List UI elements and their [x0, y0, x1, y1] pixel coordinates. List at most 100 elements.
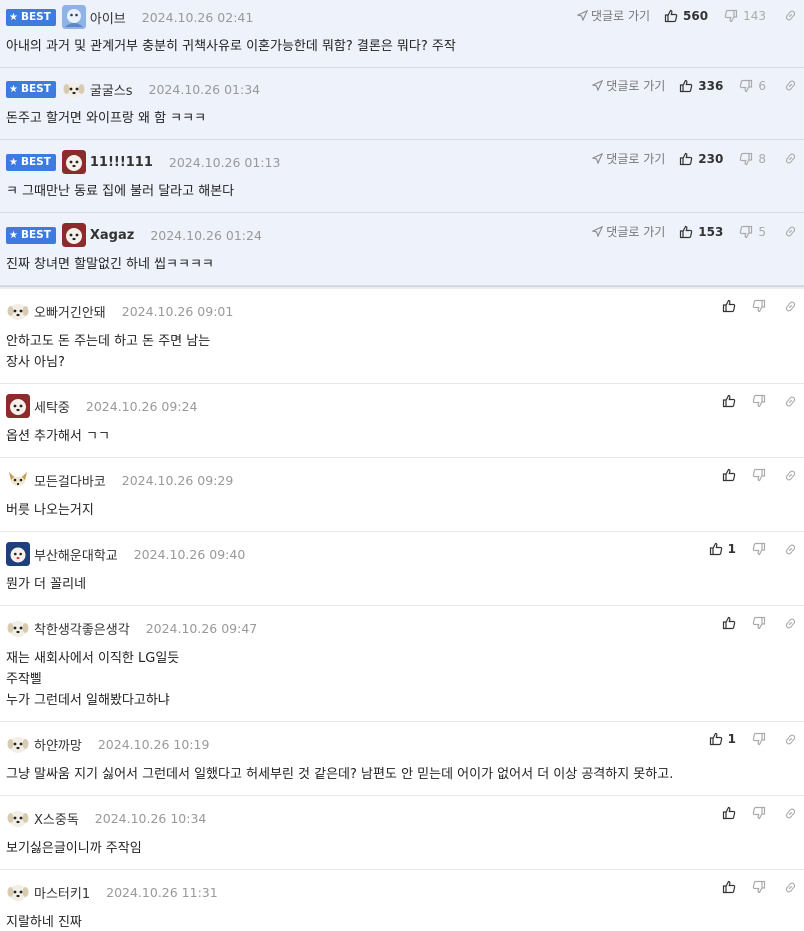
upvote-button[interactable]	[722, 299, 736, 313]
avatar[interactable]	[61, 150, 86, 174]
goto-comment-link[interactable]: 댓글로 가기	[592, 150, 665, 167]
comment: 모든걸다바코 2024.10.26 09:29 버릇 나오는거지	[0, 458, 804, 532]
comment-author[interactable]: 부산해운대학교	[34, 545, 118, 564]
comment: 하얀까망 2024.10.26 10:19 1 그냥 말싸움 지기 싫어서 그런…	[0, 722, 804, 796]
comment-author[interactable]: 굴굴스s	[90, 80, 133, 99]
avatar[interactable]	[6, 806, 30, 830]
comment-date: 2024.10.26 02:41	[141, 9, 254, 25]
share-link-button[interactable]	[784, 881, 797, 894]
share-link-button[interactable]	[784, 543, 797, 556]
comment-line: 그냥 말싸움 지기 싫어서 그런데서 일했다고 허세부린 것 같은데? 남편도 …	[6, 767, 674, 782]
share-link-button[interactable]	[784, 733, 797, 746]
comment-line: 버릇 나오는거지	[6, 503, 94, 518]
comment-author[interactable]: 착한생각좋은생각	[34, 619, 130, 638]
comment: 부산해운대학교 2024.10.26 09:40 1 뭔가 더 꼴리네	[0, 532, 804, 606]
comment-author[interactable]: 오빠거긴안돼	[34, 302, 106, 321]
best-comment: ★ BEST Xagaz 2024.10.26 01:24 댓글로 가기 153 …	[0, 213, 804, 286]
downvote-button[interactable]	[752, 299, 766, 313]
comment-date: 2024.10.26 10:34	[94, 810, 207, 826]
downvote-button[interactable]	[752, 468, 766, 482]
comment-author[interactable]: X스중독	[34, 809, 79, 828]
upvote-button[interactable]: 336	[679, 79, 723, 93]
upvote-button[interactable]: 1	[709, 542, 736, 556]
avatar[interactable]	[61, 5, 86, 29]
link-icon	[785, 734, 796, 744]
downvote-button[interactable]	[752, 732, 766, 746]
upvote-button[interactable]	[722, 394, 736, 408]
link-icon	[785, 808, 796, 818]
avatar[interactable]	[6, 732, 30, 756]
link-icon	[785, 618, 796, 628]
upvote-button[interactable]	[722, 616, 736, 630]
upvote-button[interactable]	[722, 806, 736, 820]
comment-line: 재는 새회사에서 이직한 LG일듯	[6, 651, 180, 666]
comment-author[interactable]: 아이브	[90, 8, 126, 27]
downvote-button[interactable]: 6	[739, 79, 766, 93]
comment-list: 오빠거긴안돼 2024.10.26 09:01 안하고도 돈 주는데 하고 돈 …	[0, 289, 804, 931]
best-comment-list: ★ BEST 아이브 2024.10.26 02:41 댓글로 가기 560 14…	[0, 0, 804, 286]
comment-author[interactable]: 세탁중	[34, 397, 70, 416]
star-icon: ★	[9, 11, 18, 23]
share-link-button[interactable]	[784, 152, 797, 165]
link-icon	[785, 301, 796, 311]
avatar[interactable]	[6, 468, 30, 492]
downvote-button[interactable]	[752, 880, 766, 894]
comment-line: 옵션 추가해서 ㄱㄱ	[6, 429, 110, 444]
share-link-button[interactable]	[784, 225, 797, 238]
share-link-button[interactable]	[784, 807, 797, 820]
upvote-button[interactable]: 153	[679, 225, 723, 239]
comment-author[interactable]: 11!!!111	[90, 155, 153, 170]
upvote-count: 336	[698, 78, 724, 93]
goto-comment-link[interactable]: 댓글로 가기	[577, 7, 650, 24]
comment-author[interactable]: 모든걸다바코	[34, 471, 106, 490]
share-link-button[interactable]	[784, 79, 797, 92]
avatar[interactable]	[61, 223, 86, 247]
thumbs-down-icon	[752, 299, 766, 313]
thumbs-up-icon	[680, 79, 693, 92]
goto-comment-link[interactable]: 댓글로 가기	[592, 223, 665, 240]
upvote-button[interactable]	[722, 880, 736, 894]
link-icon	[785, 882, 796, 892]
upvote-button[interactable]: 560	[664, 9, 708, 23]
thumbs-up-icon	[722, 394, 736, 408]
share-link-button[interactable]	[784, 9, 797, 22]
share-link-button[interactable]	[784, 300, 797, 313]
downvote-button[interactable]: 143	[724, 9, 766, 23]
avatar[interactable]	[6, 542, 30, 566]
share-link-button[interactable]	[784, 395, 797, 408]
downvote-button[interactable]	[752, 616, 766, 630]
avatar[interactable]	[6, 394, 30, 418]
comment: 오빠거긴안돼 2024.10.26 09:01 안하고도 돈 주는데 하고 돈 …	[0, 289, 804, 384]
goto-comment-link[interactable]: 댓글로 가기	[592, 77, 665, 94]
upvote-button[interactable]	[722, 468, 736, 482]
thumbs-up-icon	[709, 732, 722, 746]
upvote-count: 153	[698, 224, 724, 239]
thumbs-down-icon	[752, 616, 766, 630]
downvote-button[interactable]	[752, 806, 766, 820]
comment-author[interactable]: 마스터키1	[34, 883, 90, 902]
upvote-button[interactable]: 230	[679, 152, 723, 166]
downvote-button[interactable]: 8	[739, 152, 766, 166]
upvote-count: 560	[683, 8, 709, 23]
comment-date: 2024.10.26 11:31	[106, 884, 218, 900]
thumbs-down-icon	[752, 880, 766, 894]
comment-author[interactable]: Xagaz	[90, 228, 134, 243]
downvote-button[interactable]	[752, 394, 766, 408]
comment-date: 2024.10.26 01:13	[168, 154, 281, 170]
comment-text: ㅋ 그때만난 동료 집에 불러 달라고 해본다	[6, 184, 235, 199]
share-link-button[interactable]	[784, 617, 797, 630]
comment-author[interactable]: 하얀까망	[34, 735, 82, 754]
thumbs-down-icon	[724, 9, 738, 22]
downvote-button[interactable]: 5	[739, 225, 766, 239]
avatar[interactable]	[6, 299, 30, 323]
upvote-count: 1	[727, 542, 736, 556]
avatar[interactable]	[62, 77, 86, 101]
upvote-button[interactable]: 1	[709, 732, 736, 746]
thumbs-up-icon	[722, 299, 736, 313]
share-link-button[interactable]	[784, 469, 797, 482]
star-icon: ★	[9, 156, 18, 168]
comment-date: 2024.10.26 01:34	[148, 81, 261, 97]
avatar[interactable]	[6, 880, 30, 904]
avatar[interactable]	[6, 616, 30, 640]
downvote-button[interactable]	[752, 542, 766, 556]
